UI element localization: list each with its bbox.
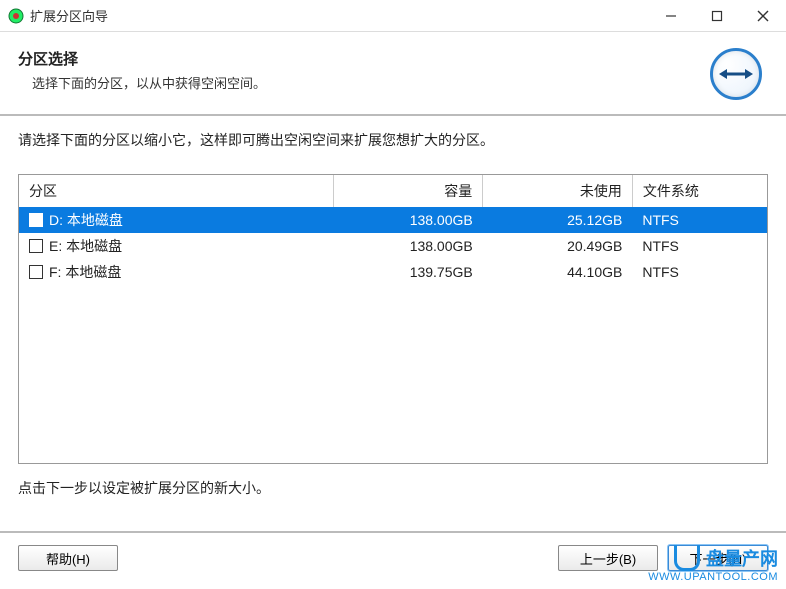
row-checkbox[interactable] [29, 265, 43, 279]
instruction-text: 请选择下面的分区以缩小它，这样即可腾出空闲空间来扩展您想扩大的分区。 [0, 116, 786, 160]
partition-table: 分区 容量 未使用 文件系统 D: 本地磁盘138.00GB25.12GBNTF… [19, 175, 767, 285]
table-row[interactable]: F: 本地磁盘 139.75GB44.10GBNTFS [19, 259, 767, 285]
back-button[interactable]: 上一步(B) [558, 545, 658, 571]
next-button[interactable]: 下一步(N) [668, 545, 768, 571]
header-icon [710, 48, 762, 100]
partition-unused: 44.10GB [483, 259, 633, 285]
expand-arrow-icon [710, 48, 762, 100]
table-row[interactable]: D: 本地磁盘 138.00GB25.12GBNTFS [19, 207, 767, 233]
hint-text: 点击下一步以设定被扩展分区的新大小。 [18, 478, 270, 498]
partition-table-container[interactable]: 分区 容量 未使用 文件系统 D: 本地磁盘138.00GB25.12GBNTF… [18, 174, 768, 464]
maximize-icon [711, 10, 723, 22]
partition-capacity: 138.00GB [333, 233, 483, 259]
minimize-icon [665, 10, 677, 22]
partition-name: F: 本地磁盘 [49, 264, 121, 280]
col-header-partition[interactable]: 分区 [19, 175, 333, 207]
table-header-row: 分区 容量 未使用 文件系统 [19, 175, 767, 207]
partition-capacity: 138.00GB [333, 207, 483, 233]
close-icon [757, 10, 769, 22]
app-icon [8, 8, 24, 24]
page-subheading: 选择下面的分区，以从中获得空闲空间。 [18, 73, 266, 92]
partition-fs: NTFS [632, 207, 767, 233]
partition-fs: NTFS [632, 233, 767, 259]
partition-unused: 25.12GB [483, 207, 633, 233]
partition-name: E: 本地磁盘 [49, 238, 122, 254]
col-header-fs[interactable]: 文件系统 [632, 175, 767, 207]
partition-unused: 20.49GB [483, 233, 633, 259]
maximize-button[interactable] [694, 0, 740, 32]
col-header-capacity[interactable]: 容量 [333, 175, 483, 207]
help-button[interactable]: 帮助(H) [18, 545, 118, 571]
window-title: 扩展分区向导 [30, 6, 648, 25]
minimize-button[interactable] [648, 0, 694, 32]
window-controls [648, 0, 786, 32]
partition-name: D: 本地磁盘 [49, 212, 123, 228]
row-checkbox[interactable] [29, 213, 43, 227]
wizard-header: 分区选择 选择下面的分区，以从中获得空闲空间。 [0, 32, 786, 116]
col-header-unused[interactable]: 未使用 [483, 175, 633, 207]
table-row[interactable]: E: 本地磁盘 138.00GB20.49GBNTFS [19, 233, 767, 259]
wizard-footer: 帮助(H) 上一步(B) 下一步(N) [0, 531, 786, 589]
close-button[interactable] [740, 0, 786, 32]
row-checkbox[interactable] [29, 239, 43, 253]
partition-capacity: 139.75GB [333, 259, 483, 285]
partition-fs: NTFS [632, 259, 767, 285]
titlebar: 扩展分区向导 [0, 0, 786, 32]
page-heading: 分区选择 [18, 48, 266, 69]
